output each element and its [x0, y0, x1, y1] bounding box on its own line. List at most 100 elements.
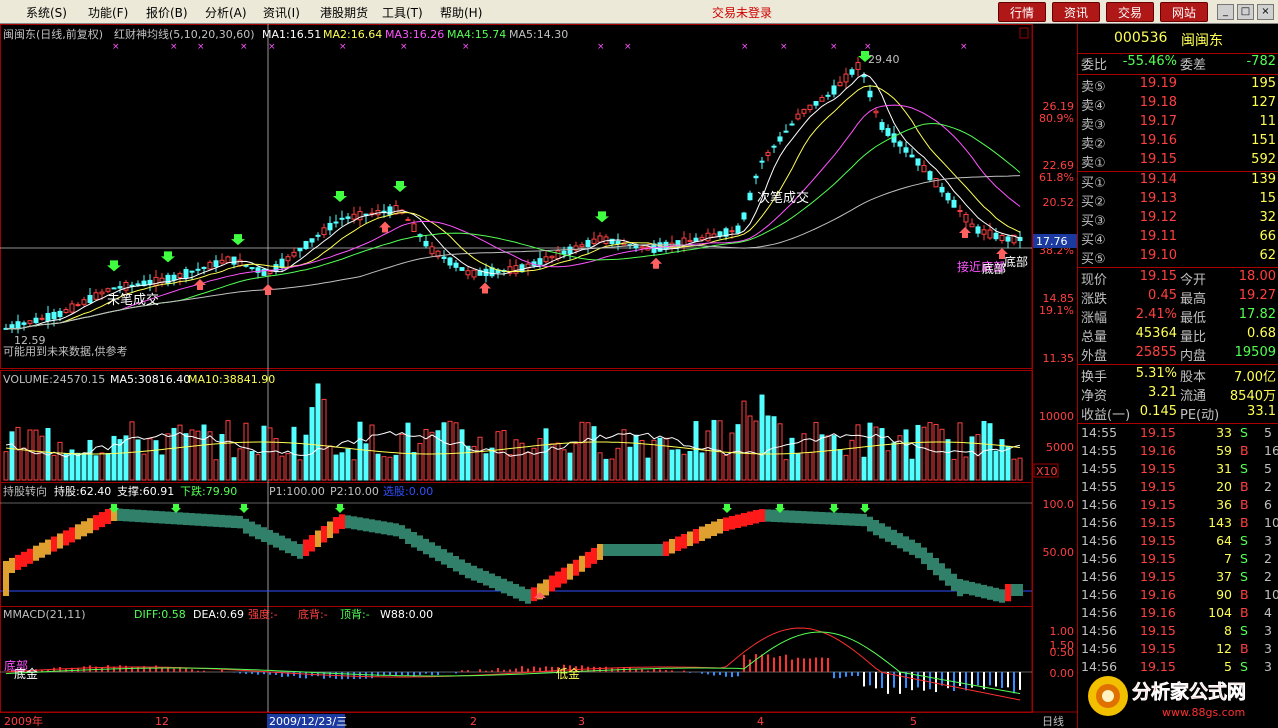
minimize-button[interactable]: _	[1217, 4, 1234, 20]
hold-bar	[507, 581, 513, 596]
volume-bar	[39, 435, 45, 481]
volume-bar	[129, 421, 135, 481]
volume-bars	[3, 383, 1023, 481]
macd-diff: DIFF:0.58	[134, 608, 186, 621]
candle-body	[333, 221, 339, 224]
tick-row[interactable]: 14:56 19.15 37 S 2	[1078, 569, 1278, 587]
menu-analysis[interactable]: 分析(A)	[205, 4, 247, 21]
menu-function[interactable]: 功能(F)	[88, 4, 128, 21]
menu-system[interactable]: 系统(S)	[26, 4, 67, 21]
ma4-label: MA4:15.74	[447, 28, 506, 41]
hold-bar	[87, 518, 93, 534]
candle-body	[699, 236, 705, 241]
volume-bar	[561, 449, 567, 481]
tick-row[interactable]: 14:55 19.15 31 S 5	[1078, 461, 1278, 479]
tick-row[interactable]: 14:55 19.15 33 S 5	[1078, 425, 1278, 443]
quote-value: 25855	[1135, 345, 1177, 360]
volume-bar	[489, 447, 495, 481]
panel-border	[0, 606, 1033, 713]
volume-bar	[81, 452, 87, 481]
tick-row[interactable]: 14:56 19.16 90 B 10	[1078, 587, 1278, 605]
signal-mark: ×	[268, 42, 276, 52]
menu-quote[interactable]: 报价(B)	[146, 4, 188, 21]
tick-row[interactable]: 14:56 19.15 12 B 3	[1078, 641, 1278, 659]
tick-row[interactable]: 14:56 19.15 143 B 10	[1078, 515, 1278, 533]
tick-time: 14:56	[1081, 641, 1118, 656]
volume-bar	[357, 421, 363, 481]
fund-label: 净资	[1081, 389, 1108, 404]
volume-bar	[921, 426, 927, 481]
tick-row[interactable]: 14:56 19.15 64 S 3	[1078, 533, 1278, 551]
volume-bar	[333, 454, 339, 481]
tick-row[interactable]: 14:56 19.15 7 S 2	[1078, 551, 1278, 569]
tick-time: 14:56	[1081, 587, 1118, 602]
candle-body	[423, 240, 429, 247]
hold-bar	[963, 580, 969, 594]
candle-body	[489, 267, 495, 277]
trade-button[interactable]: 交易	[1106, 2, 1154, 22]
sell-arrow-icon	[262, 284, 274, 295]
tick-row[interactable]: 14:56 19.15 8 S 3	[1078, 623, 1278, 641]
volume-bar	[465, 445, 471, 481]
hold-bar	[741, 513, 747, 527]
candle-body	[321, 227, 327, 236]
candle-body	[351, 213, 357, 220]
candle-body	[1005, 236, 1011, 242]
tick-row[interactable]: 14:55 19.16 59 B 16	[1078, 443, 1278, 461]
volume-bar	[51, 454, 57, 481]
tick-row[interactable]: 14:56 19.16 104 B 4	[1078, 605, 1278, 623]
volume-title: VOLUME:24570.15	[3, 373, 105, 386]
tick-row[interactable]: 14:56 19.15 36 B 6	[1078, 497, 1278, 515]
hold-bar	[195, 513, 201, 526]
volume-bar	[201, 424, 207, 481]
volume-bar	[747, 415, 753, 481]
info-button[interactable]: 资讯	[1052, 2, 1100, 22]
hold-bar	[651, 544, 657, 556]
hold-bar	[273, 532, 279, 548]
sell-order-volume: 127	[1251, 95, 1276, 110]
sell-arrow-icon	[959, 227, 971, 238]
maximize-button[interactable]: □	[1237, 4, 1254, 20]
tick-side: B	[1240, 641, 1249, 656]
chart-area[interactable]: × × × × × × × × × × × × × × × 闽闽东(日线,前复权) 红财神均线(5,10,2…	[0, 24, 1077, 728]
volume-bar	[645, 457, 651, 481]
hold-bar	[39, 542, 45, 558]
candle-body	[615, 240, 621, 245]
volume-bar	[471, 445, 477, 481]
menu-help[interactable]: 帮助(H)	[440, 4, 482, 21]
volume-bar	[477, 436, 483, 481]
hold-bar	[885, 526, 891, 542]
volume-bar	[207, 431, 213, 481]
price-axis-3: 20.52	[1043, 196, 1075, 209]
period-label[interactable]: 日线	[1042, 714, 1064, 728]
candle-body	[927, 171, 933, 181]
volume-bar	[387, 456, 393, 481]
hold-bar	[573, 559, 579, 576]
hold-bar	[957, 579, 963, 597]
tick-row[interactable]: 14:55 19.15 20 B 2	[1078, 479, 1278, 497]
hold-bar	[867, 516, 873, 532]
menu-info[interactable]: 资讯(I)	[263, 4, 300, 21]
close-button[interactable]: ×	[1257, 4, 1274, 20]
volume-bar	[459, 429, 465, 481]
menu-hk-futures[interactable]: 港股期货	[320, 4, 368, 21]
hold-bar	[795, 510, 801, 524]
menu-tools[interactable]: 工具(T)	[382, 4, 423, 21]
candle-body	[93, 292, 99, 300]
quote-row: 现价 19.15 今开 18.00	[1078, 269, 1278, 288]
hold-bar	[939, 563, 945, 581]
tick-count: 6	[1264, 497, 1272, 512]
volume-axis-2: 5000	[1046, 441, 1074, 454]
candle-body	[135, 283, 141, 286]
candle-body	[567, 246, 573, 254]
website-button[interactable]: 网站	[1160, 2, 1208, 22]
volume-bar	[939, 428, 945, 481]
candle-body	[891, 133, 897, 143]
volume-bar	[639, 439, 645, 481]
volume-bar	[153, 440, 159, 481]
tick-time: 14:55	[1081, 425, 1118, 440]
hold-bar	[219, 514, 225, 528]
hold-bar	[603, 544, 609, 556]
tick-count: 3	[1264, 533, 1272, 548]
quote-button[interactable]: 行情	[998, 2, 1046, 22]
